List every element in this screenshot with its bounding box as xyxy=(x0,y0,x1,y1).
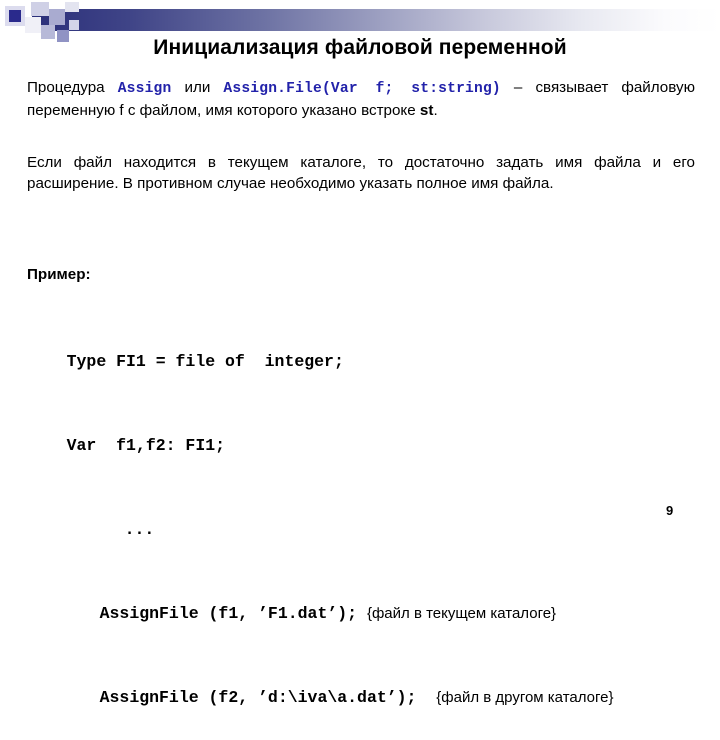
decor-square-icon xyxy=(69,20,79,30)
code-line: ... xyxy=(27,488,707,572)
paragraph-catalog-rules: Если файл находится в текущем каталоге, … xyxy=(27,152,695,194)
code-line-text: AssignFile (f2, ’d:\iva\a.dat’); xyxy=(99,688,437,707)
paragraph-definition: Процедура Assign или Assign.File(Var f; … xyxy=(27,77,695,121)
decor-square-icon xyxy=(65,2,79,12)
example-label: Пример: xyxy=(27,266,91,283)
code-line: AssignFile (f1, ’F1.dat’); {файл в текущ… xyxy=(27,572,707,656)
decor-square-accent-icon xyxy=(9,10,21,22)
code-line-text: AssignFile (f1, ’F1.dat’); xyxy=(99,604,367,623)
code-line: AssignFile (f2, ’d:\iva\a.dat’); {файл в… xyxy=(27,656,707,740)
paragraph2-line3: полное имя файла. xyxy=(416,175,554,192)
code-token-assignfile: Assign.File xyxy=(223,81,322,97)
header-gradient-bar xyxy=(32,9,720,31)
paragraph1-line3-st: st xyxy=(419,102,434,119)
code-line-comment: {файл в текущем каталоге} xyxy=(366,605,557,622)
code-line-comment: {файл в другом каталоге} xyxy=(436,689,614,706)
code-block: Type FI1 = file of integer; Var f1,f2: F… xyxy=(27,320,707,740)
paragraph1-line3: строке st. xyxy=(369,102,438,119)
code-line-text: Var f1,f2: FI1; xyxy=(66,436,226,455)
paragraph1-dash: – xyxy=(500,79,536,96)
code-token-assign: Assign xyxy=(117,81,172,97)
code-line: Var f1,f2: FI1; xyxy=(27,404,707,488)
paragraph1-line3-post: . xyxy=(433,102,438,119)
paragraph2-line1: Если файл находится в текущем каталоге, … xyxy=(27,154,583,171)
page-title: Инициализация файловой переменной xyxy=(153,36,567,59)
code-line: Type FI1 = file of integer; xyxy=(27,320,707,404)
decor-square-icon xyxy=(31,2,49,16)
decor-square-icon xyxy=(25,17,41,33)
paragraph1-line3-pre: строке xyxy=(368,102,420,119)
page-number: 9 xyxy=(666,503,674,518)
paragraph1-lead: Процедура xyxy=(27,79,118,96)
paragraph1-mid: или xyxy=(171,79,224,96)
code-line-text: ... xyxy=(124,520,155,539)
code-line-text: Type FI1 = file of integer; xyxy=(66,352,344,371)
decor-square-icon xyxy=(49,9,65,25)
code-token-signature: (Var f; st:string) xyxy=(321,81,501,97)
